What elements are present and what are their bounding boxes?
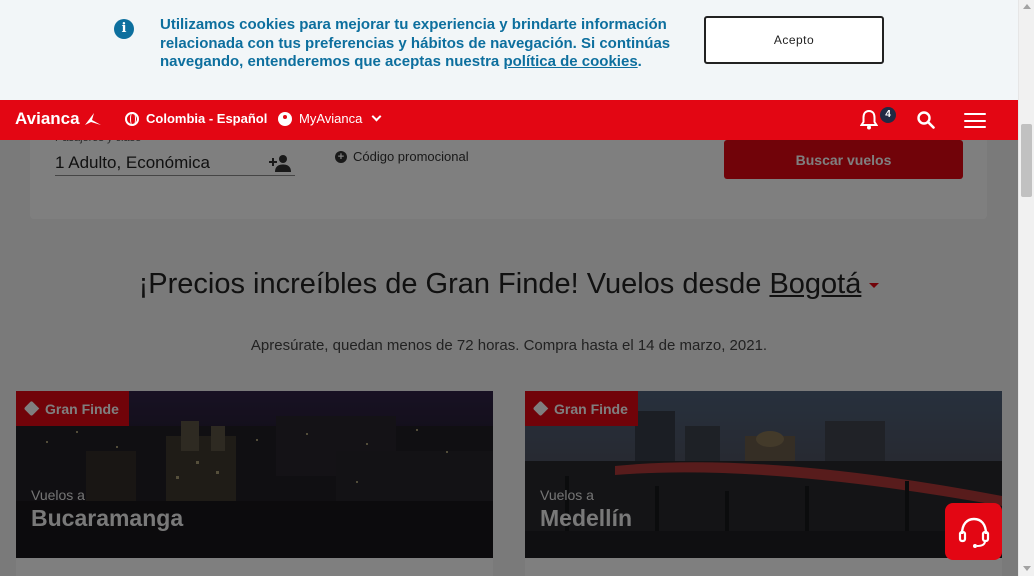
- cookie-policy-link[interactable]: política de cookies: [503, 53, 637, 70]
- destination-card-footer: [525, 558, 1002, 576]
- destination-city: Medellín: [540, 505, 633, 531]
- vertical-scrollbar[interactable]: [1018, 0, 1034, 576]
- country-language-selector[interactable]: Colombia - Español: [125, 111, 267, 126]
- accept-cookies-button[interactable]: Acepto: [704, 16, 884, 64]
- country-language-label: Colombia - Español: [146, 111, 268, 126]
- caret-down-icon[interactable]: [869, 282, 880, 288]
- scrollbar-thumb[interactable]: [1021, 124, 1032, 197]
- destination-card-bucaramanga[interactable]: Gran Finde Vuelos a Bucaramanga: [16, 391, 493, 576]
- promo-code-label: Código promocional: [353, 149, 469, 164]
- add-person-icon: [269, 154, 291, 172]
- promo-subline: Apresúrate, quedan menos de 72 horas. Co…: [250, 337, 768, 354]
- logo-text: Avianca: [15, 109, 80, 128]
- headset-icon: [958, 517, 989, 548]
- chevron-down-icon: [371, 111, 382, 122]
- destination-card-footer: [16, 558, 493, 576]
- plus-circle-icon: +: [335, 150, 347, 163]
- tag-label: Gran Finde: [45, 400, 119, 417]
- notification-count-badge: 4: [880, 107, 896, 123]
- destination-prefix: Vuelos a: [31, 487, 85, 503]
- bird-logo-icon: [84, 113, 101, 125]
- user-icon: [278, 111, 292, 126]
- cookie-message-end: .: [637, 53, 642, 70]
- tag-label: Gran Finde: [554, 400, 628, 417]
- search-icon[interactable]: [917, 111, 935, 129]
- destination-prefix: Vuelos a: [540, 487, 594, 503]
- gran-finde-tag: Gran Finde: [525, 391, 638, 426]
- scroll-up-arrow-icon[interactable]: [1023, 4, 1031, 9]
- bell-icon[interactable]: [860, 110, 878, 130]
- info-icon: i: [114, 19, 134, 39]
- hamburger-menu-icon[interactable]: [964, 113, 986, 128]
- promo-code-link[interactable]: + Código promocional: [335, 149, 469, 164]
- promo-headline: ¡Precios increíbles de Gran Finde! Vuelo…: [0, 268, 1018, 301]
- top-nav-bar: Avianca Colombia - Español MyAvianca: [0, 100, 1018, 140]
- origin-city-selector[interactable]: Bogotá: [769, 268, 861, 300]
- cookie-banner: i Utilizamos cookies para mejorar tu exp…: [0, 0, 1018, 100]
- globe-icon: [125, 111, 139, 126]
- tag-icon: [23, 400, 40, 417]
- tag-icon: [532, 400, 549, 417]
- gran-finde-tag: Gran Finde: [16, 391, 129, 426]
- headline-text: ¡Precios increíbles de Gran Finde! Vuelo…: [138, 268, 770, 300]
- avianca-logo[interactable]: Avianca: [15, 109, 102, 129]
- passengers-value: 1 Adulto, Económica: [55, 152, 210, 172]
- scroll-down-arrow-icon[interactable]: [1023, 566, 1031, 571]
- myavianca-label: MyAvianca: [299, 111, 363, 126]
- destination-city: Bucaramanga: [31, 505, 184, 531]
- cookie-message: Utilizamos cookies para mejorar tu exper…: [160, 16, 690, 72]
- myavianca-menu[interactable]: MyAvianca: [278, 111, 382, 126]
- destination-card-medellin[interactable]: Gran Finde Vuelos a Medellín: [525, 391, 1002, 576]
- search-flights-button[interactable]: Buscar vuelos: [724, 140, 963, 179]
- chat-support-button[interactable]: [945, 503, 1002, 560]
- passengers-field[interactable]: 1 Adulto, Económica: [55, 150, 295, 176]
